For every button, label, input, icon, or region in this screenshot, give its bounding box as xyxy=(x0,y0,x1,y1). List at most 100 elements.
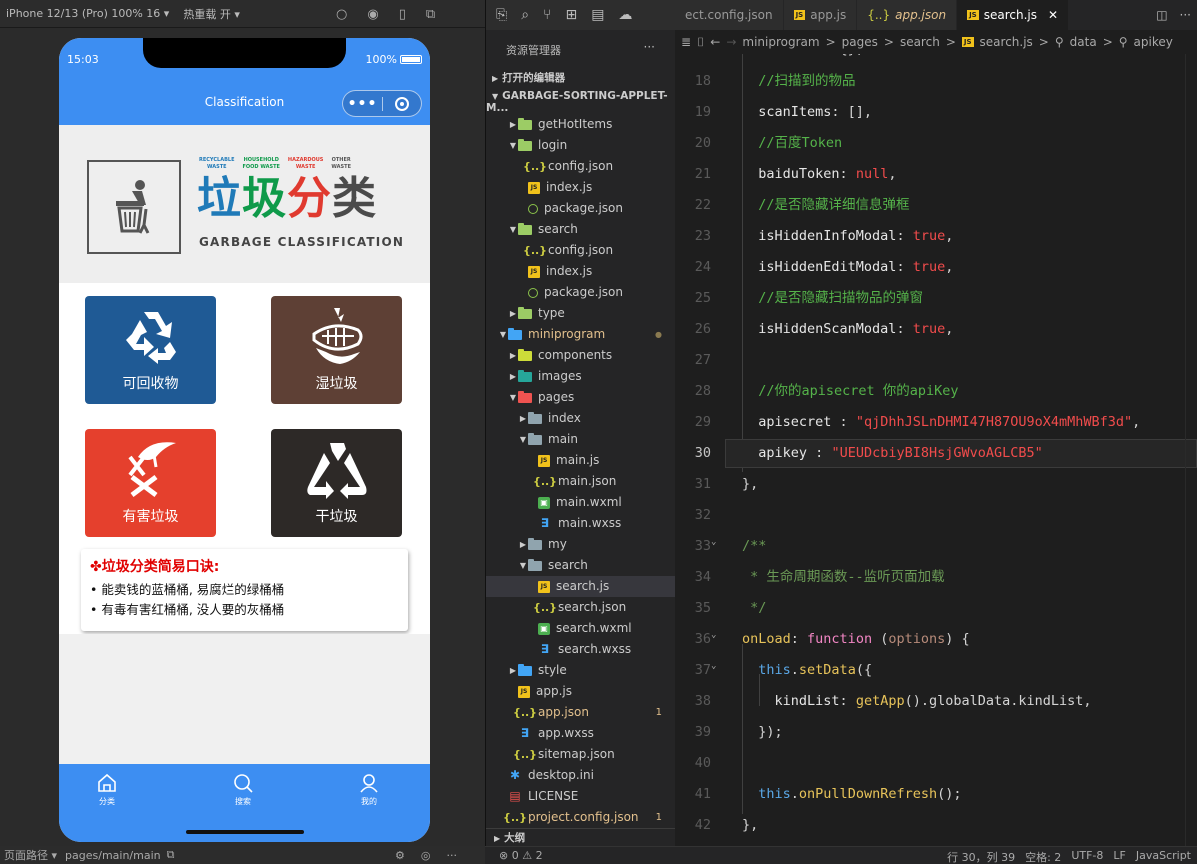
tab-app-js[interactable]: JS app.js xyxy=(783,0,858,30)
more-icon[interactable]: ··· xyxy=(446,849,457,862)
tree-item-search[interactable]: ▼ search xyxy=(486,555,676,576)
phone-icon[interactable]: ▯ xyxy=(399,7,406,22)
tree-item-index-js[interactable]: JS index.js xyxy=(486,177,676,198)
detach-icon[interactable]: ⧉ xyxy=(426,7,435,22)
code-text: isHiddenEditModal: true, xyxy=(758,259,954,275)
tile-recyclable[interactable]: 可回收物 xyxy=(85,296,216,404)
json-file-icon: {..} xyxy=(532,601,558,614)
layout-icon[interactable]: ▤ xyxy=(591,7,604,23)
files-icon[interactable]: ⎘ xyxy=(496,7,507,23)
tree-item-search-wxml[interactable]: ▣ search.wxml xyxy=(486,618,676,639)
tree-item-config-json[interactable]: {..} config.json xyxy=(486,240,676,261)
simulator-toolbar-icons: ○ ◉ ▯ ⧉ xyxy=(336,0,435,28)
split-editor-icon[interactable]: ◫ xyxy=(1156,8,1167,22)
source-control-icon[interactable]: ⑂ xyxy=(543,7,551,23)
preview-icon[interactable]: ◎ xyxy=(421,849,431,862)
fold-chevron-icon[interactable]: ⌄ xyxy=(711,651,716,682)
device-selector[interactable]: iPhone 12/13 (Pro) 100% 16 ▾ xyxy=(0,7,169,20)
forward-icon[interactable]: → xyxy=(726,35,736,49)
tree-item-main[interactable]: ▼ main xyxy=(486,429,676,450)
extensions-icon[interactable]: ⊞ xyxy=(565,7,577,23)
breadcrumb-item[interactable]: search.js xyxy=(980,35,1033,49)
end-of-line[interactable]: LF xyxy=(1113,849,1125,864)
tree-item-login[interactable]: ▼ login xyxy=(486,135,676,156)
more-dots-icon[interactable]: ••• xyxy=(343,96,382,112)
tree-item-search-wxss[interactable]: ∃ search.wxss xyxy=(486,639,676,660)
indent-setting[interactable]: 空格: 2 xyxy=(1025,849,1061,864)
tree-item-license[interactable]: ▤ LICENSE xyxy=(486,786,676,807)
tree-item-app-js[interactable]: JS app.js xyxy=(486,681,676,702)
json-file-icon: {..} xyxy=(502,811,528,824)
tree-item-my[interactable]: ▶ my xyxy=(486,534,676,555)
tile-hazardous[interactable]: 有害垃圾 xyxy=(85,429,216,537)
refresh-icon[interactable]: ○ xyxy=(336,7,347,22)
fold-chevron-icon[interactable]: ⌄ xyxy=(711,527,716,558)
code-line: 19 scanItems: [], xyxy=(675,97,1197,128)
tree-item-search[interactable]: ▼ search xyxy=(486,219,676,240)
tab-app-json[interactable]: {..} app.json xyxy=(857,0,958,30)
tab-search-js[interactable]: JS search.js ✕ xyxy=(957,0,1070,30)
tree-item-desktop-ini[interactable]: ✱ desktop.ini xyxy=(486,765,676,786)
tree-item-label: login xyxy=(538,138,568,152)
tab-ect-config-json[interactable]: ect.config.json xyxy=(675,0,784,30)
editor-scrollbar[interactable] xyxy=(1185,54,1197,846)
tree-item-sitemap-json[interactable]: {..} sitemap.json xyxy=(486,744,676,765)
tree-item-images[interactable]: ▶ images xyxy=(486,366,676,387)
tree-item-pages[interactable]: ▼ pages xyxy=(486,387,676,408)
tree-item-search-js[interactable]: JS search.js xyxy=(486,576,676,597)
tab-search[interactable]: 搜索 xyxy=(213,772,273,807)
tree-item-main-js[interactable]: JS main.js xyxy=(486,450,676,471)
breadcrumb-item[interactable]: data xyxy=(1070,35,1097,49)
problems-indicator[interactable]: ⊗ 0 ⚠ 2 xyxy=(499,849,543,862)
tree-item-main-json[interactable]: {..} main.json xyxy=(486,471,676,492)
tree-item-style[interactable]: ▶ style xyxy=(486,660,676,681)
tab-mine[interactable]: 我的 xyxy=(339,772,399,807)
tree-item-config-json[interactable]: {..} config.json xyxy=(486,156,676,177)
close-icon[interactable]: ✕ xyxy=(1048,8,1058,22)
tree-item-components[interactable]: ▶ components xyxy=(486,345,676,366)
bookmark-icon[interactable]: ⌷ xyxy=(697,35,704,50)
breadcrumb-item[interactable]: apikey xyxy=(1134,35,1173,49)
tree-item-main-wxml[interactable]: ▣ main.wxml xyxy=(486,492,676,513)
back-icon[interactable]: ← xyxy=(710,35,720,49)
cloud-icon[interactable]: ☁ xyxy=(618,7,632,23)
tile-wet-waste[interactable]: 湿垃圾 xyxy=(271,296,402,404)
tree-item-package-json[interactable]: package.json xyxy=(486,282,676,303)
fold-chevron-icon[interactable]: ⌄ xyxy=(711,620,716,651)
encoding[interactable]: UTF-8 xyxy=(1071,849,1103,864)
tree-item-app-json[interactable]: {..} app.json 1 xyxy=(486,702,676,723)
folder-icon xyxy=(518,390,532,405)
project-section[interactable]: ▼ GARBAGE-SORTING-APPLET-M... xyxy=(486,90,676,114)
language-mode[interactable]: JavaScript xyxy=(1136,849,1191,864)
tree-item-index[interactable]: ▶ index xyxy=(486,408,676,429)
search-icon[interactable]: ⌕ xyxy=(521,7,529,23)
tree-item-miniprogram[interactable]: ▼ miniprogram ● xyxy=(486,324,676,345)
page-path-label[interactable]: 页面路径 ▾ xyxy=(0,847,57,863)
list-icon[interactable]: ≣ xyxy=(681,35,691,49)
tree-item-type[interactable]: ▶ type xyxy=(486,303,676,324)
cursor-position[interactable]: 行 30，列 39 xyxy=(947,849,1015,864)
more-actions-icon[interactable]: ··· xyxy=(1180,8,1191,22)
open-editors-section[interactable]: ▶ 打开的编辑器 xyxy=(486,70,676,85)
breadcrumb-item[interactable]: search xyxy=(900,35,940,49)
explorer-more-icon[interactable]: ··· xyxy=(644,40,655,54)
tree-item-app-wxss[interactable]: ∃ app.wxss xyxy=(486,723,676,744)
tree-item-search-json[interactable]: {..} search.json xyxy=(486,597,676,618)
code-area[interactable]: selectItem: {}, 18 //扫描到的物品19 scanItems:… xyxy=(675,54,1197,846)
tree-item-project-config-json[interactable]: {..} project.config.json 1 xyxy=(486,807,676,828)
tree-item-main-wxss[interactable]: ∃ main.wxss xyxy=(486,513,676,534)
hot-reload-toggle[interactable]: 热重载 开 ▾ xyxy=(183,6,240,22)
tree-item-package-json[interactable]: package.json xyxy=(486,198,676,219)
record-icon[interactable]: ◉ xyxy=(367,7,378,22)
tab-classification[interactable]: 分类 xyxy=(77,772,137,807)
settings-icon[interactable]: ⚙ xyxy=(395,849,405,862)
close-miniprogram-icon[interactable] xyxy=(383,96,421,111)
tile-dry-waste[interactable]: 干垃圾 xyxy=(271,429,402,537)
tree-item-gethotitems[interactable]: ▶ getHotItems xyxy=(486,114,676,135)
copy-icon[interactable]: ⧉ xyxy=(167,848,175,862)
breadcrumb-item[interactable]: pages xyxy=(842,35,878,49)
outline-section[interactable]: ▶ 大纲 xyxy=(486,828,676,846)
code-line: 31}, xyxy=(675,469,1197,500)
breadcrumb-item[interactable]: miniprogram xyxy=(742,35,819,49)
tree-item-index-js[interactable]: JS index.js xyxy=(486,261,676,282)
